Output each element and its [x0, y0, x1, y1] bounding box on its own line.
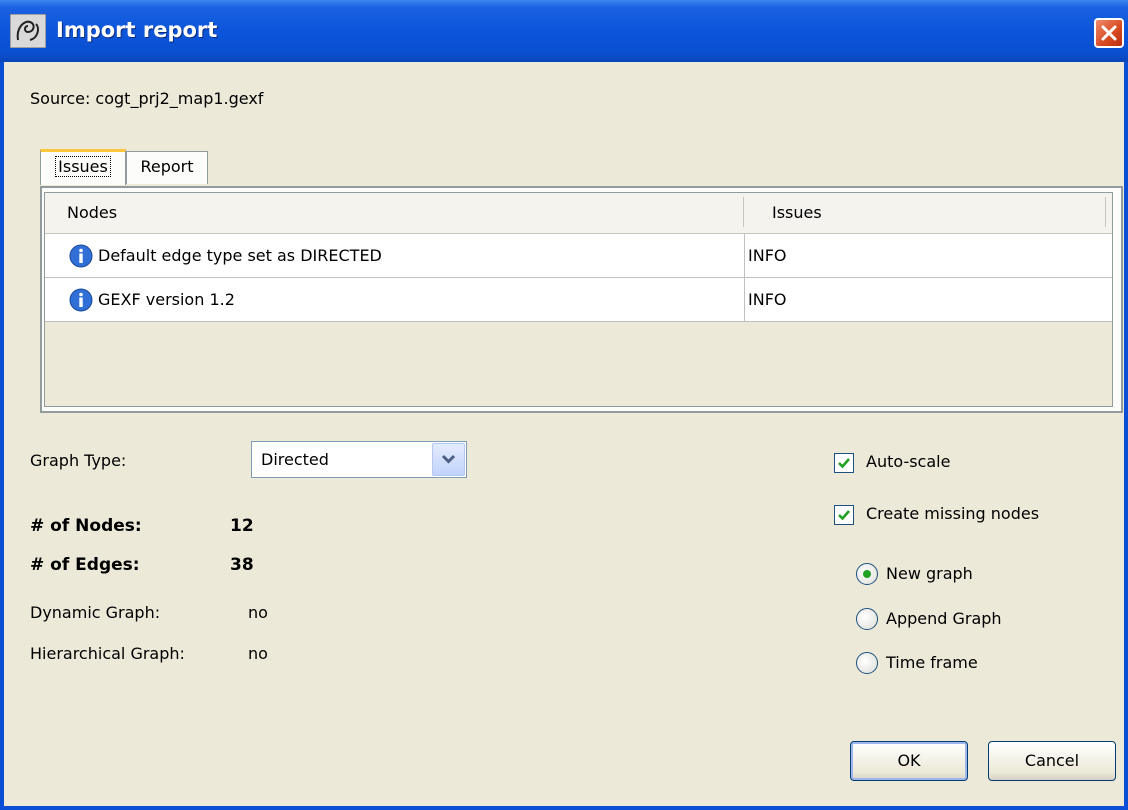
table-row[interactable]: GEXF version 1.2 INFO: [45, 278, 1112, 322]
row-message: GEXF version 1.2: [98, 290, 235, 309]
auto-scale-label[interactable]: Auto-scale: [866, 452, 950, 471]
new-graph-label[interactable]: New graph: [886, 564, 973, 583]
close-button[interactable]: [1094, 18, 1124, 48]
graph-type-select[interactable]: Directed: [251, 441, 467, 478]
gephi-app-icon: [10, 14, 46, 48]
tab-report-label: Report: [140, 157, 194, 176]
time-frame-label[interactable]: Time frame: [886, 653, 978, 672]
info-icon: [69, 244, 93, 268]
radio-selected-dot: [863, 570, 871, 578]
graph-type-label: Graph Type:: [30, 451, 127, 470]
create-missing-nodes-checkbox[interactable]: [834, 505, 854, 525]
edges-count-value: 38: [230, 555, 254, 575]
info-icon: [69, 288, 93, 312]
dynamic-graph-value: no: [248, 603, 268, 622]
append-graph-label[interactable]: Append Graph: [886, 609, 1002, 628]
append-graph-radio[interactable]: [856, 608, 878, 630]
close-icon: [1101, 25, 1117, 41]
window-title: Import report: [56, 18, 218, 42]
tab-report[interactable]: Report: [126, 151, 208, 184]
tab-issues-label: Issues: [55, 156, 111, 177]
time-frame-radio[interactable]: [856, 652, 878, 674]
cell-divider: [744, 234, 745, 278]
issues-panel: Nodes Issues Default edge type set as DI…: [40, 186, 1123, 413]
nodes-count-value: 12: [230, 516, 254, 536]
column-header-issues[interactable]: Issues: [772, 193, 822, 233]
auto-scale-checkbox[interactable]: [834, 453, 854, 473]
column-header-nodes[interactable]: Nodes: [67, 193, 117, 233]
tab-issues[interactable]: Issues: [40, 149, 126, 185]
checkmark-icon: [838, 458, 850, 469]
title-bar[interactable]: Import report: [0, 0, 1128, 62]
dropdown-button[interactable]: [432, 443, 465, 476]
cell-divider: [744, 278, 745, 322]
source-label: Source: cogt_prj2_map1.gexf: [30, 89, 264, 108]
cancel-button[interactable]: Cancel: [988, 741, 1116, 781]
table-header: Nodes Issues: [45, 193, 1112, 234]
edges-count-label: # of Edges:: [30, 555, 140, 575]
create-missing-nodes-label[interactable]: Create missing nodes: [866, 504, 1039, 523]
hierarchical-graph-label: Hierarchical Graph:: [30, 644, 185, 663]
row-message: Default edge type set as DIRECTED: [98, 246, 382, 265]
nodes-count-label: # of Nodes:: [30, 516, 142, 536]
row-level: INFO: [748, 290, 787, 309]
row-level: INFO: [748, 246, 787, 265]
import-report-dialog: Import report Source: cogt_prj2_map1.gex…: [0, 0, 1128, 810]
dynamic-graph-label: Dynamic Graph:: [30, 603, 161, 622]
column-divider: [1105, 197, 1106, 227]
hierarchical-graph-value: no: [248, 644, 268, 663]
graph-type-value: Directed: [261, 450, 329, 469]
checkmark-icon: [838, 510, 850, 521]
issues-table: Nodes Issues Default edge type set as DI…: [44, 192, 1113, 407]
ok-button[interactable]: OK: [850, 741, 968, 781]
chevron-down-icon: [441, 454, 456, 464]
table-row[interactable]: Default edge type set as DIRECTED INFO: [45, 234, 1112, 278]
column-divider: [743, 197, 744, 227]
new-graph-radio[interactable]: [856, 563, 878, 585]
